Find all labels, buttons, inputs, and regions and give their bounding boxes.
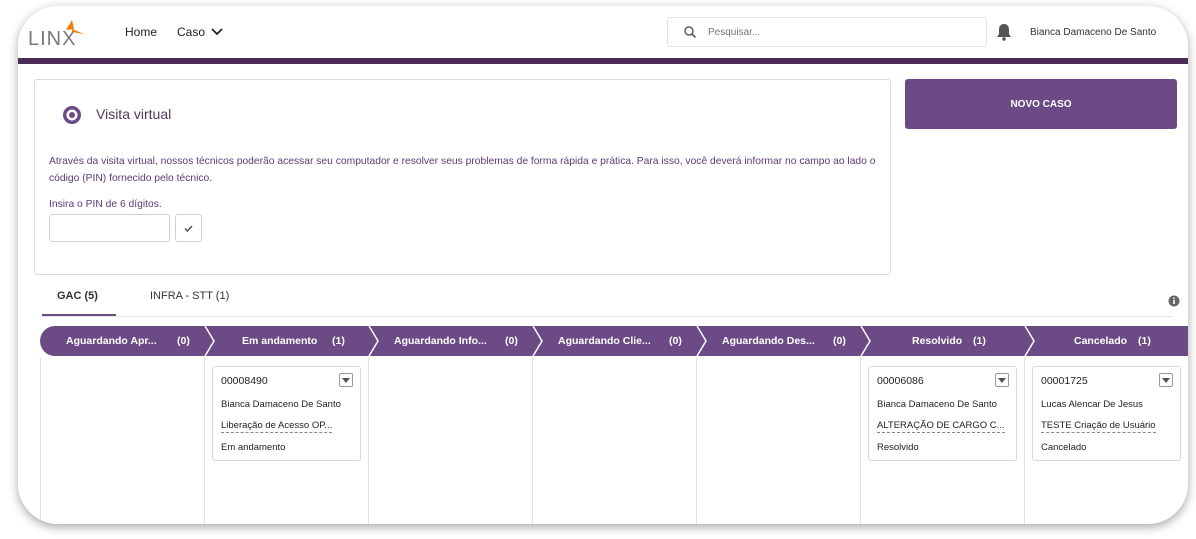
column-divider <box>368 358 369 524</box>
stage-cancelado[interactable]: Cancelado <box>1074 335 1127 347</box>
column-divider <box>696 358 697 524</box>
pin-submit-button[interactable] <box>175 214 202 242</box>
caret-down-icon <box>342 377 350 383</box>
info-icon[interactable] <box>1168 295 1180 307</box>
case-status: Cancelado <box>1041 442 1087 453</box>
logo-mark-icon <box>66 20 84 34</box>
search-icon <box>684 26 696 38</box>
stage-resolvido[interactable]: Resolvido <box>912 335 962 347</box>
virtual-visit-description: Através da visita virtual, nossos técnic… <box>49 156 876 184</box>
stage-em-andamento[interactable]: Em andamento <box>242 335 317 347</box>
pin-input[interactable] <box>49 214 170 242</box>
stage-count: (1) <box>332 335 345 347</box>
case-subject[interactable]: ALTERAÇÃO DE CARGO C... <box>877 420 1005 433</box>
case-owner: Bianca Damaceno De Santo <box>221 399 341 410</box>
stage-count: (1) <box>973 335 986 347</box>
logo[interactable]: LINX <box>28 20 88 50</box>
stage-path: Aguardando Apr... (0) Em andamento (1) A… <box>40 326 1188 356</box>
nav-caso-label: Caso <box>177 25 206 39</box>
stage-count: (0) <box>833 335 846 347</box>
stage-count: (0) <box>669 335 682 347</box>
case-owner: Bianca Damaceno De Santo <box>877 399 997 410</box>
stage-count: (0) <box>505 335 518 347</box>
pin-label: Insira o PIN de 6 dígitos. <box>49 199 162 210</box>
case-menu-button[interactable] <box>1159 373 1173 387</box>
caret-down-icon <box>998 377 1006 383</box>
case-owner: Lucas Alencar De Jesus <box>1041 399 1143 410</box>
case-menu-button[interactable] <box>339 373 353 387</box>
case-subject[interactable]: Liberação de Acesso OP... <box>221 420 333 433</box>
column-divider <box>532 358 533 524</box>
column-divider <box>40 358 41 524</box>
case-number[interactable]: 00008490 <box>221 375 268 387</box>
nav-home[interactable]: Home <box>125 25 157 39</box>
stage-count: (1) <box>1138 335 1151 347</box>
nav-caso[interactable]: Caso <box>177 25 223 39</box>
user-name[interactable]: Bianca Damaceno De Santo <box>1030 27 1156 38</box>
stage-count: (0) <box>177 335 190 347</box>
tab-gac[interactable]: GAC (5) <box>57 290 98 302</box>
case-card[interactable]: 00006086 Bianca Damaceno De Santo ALTERA… <box>868 366 1017 461</box>
app-window: LINX Home Caso Bianca Damaceno De Santo … <box>18 6 1188 524</box>
case-number[interactable]: 00006086 <box>877 375 924 387</box>
stage-aguardando-cliente[interactable]: Aguardando Clie... <box>558 335 651 347</box>
chevron-down-icon <box>211 28 223 36</box>
case-card[interactable]: 00008490 Bianca Damaceno De Santo Libera… <box>212 366 361 461</box>
support-agent-icon <box>63 106 81 124</box>
novo-caso-button[interactable]: NOVO CASO <box>905 79 1177 129</box>
check-icon <box>184 224 193 232</box>
tabs-divider <box>42 316 1172 317</box>
column-divider <box>860 358 861 524</box>
virtual-visit-card: Visita virtual Através da visita virtual… <box>34 79 891 275</box>
virtual-visit-title: Visita virtual <box>96 106 172 122</box>
caret-down-icon <box>1162 377 1170 383</box>
search-box[interactable] <box>667 17 987 47</box>
column-divider <box>204 358 205 524</box>
header-divider <box>18 58 1188 64</box>
case-status: Em andamento <box>221 442 286 453</box>
case-subject[interactable]: TESTE Criação de Usuário <box>1041 420 1156 433</box>
tab-infra-stt[interactable]: INFRA - STT (1) <box>150 290 229 302</box>
stage-aguardando-des[interactable]: Aguardando Des... <box>722 335 815 347</box>
search-input[interactable] <box>708 26 958 38</box>
bell-icon[interactable] <box>996 23 1012 46</box>
top-bar: LINX Home Caso Bianca Damaceno De Santo <box>18 6 1188 58</box>
column-divider <box>1024 358 1025 524</box>
stage-aguardando-info[interactable]: Aguardando Info... <box>394 335 487 347</box>
case-card[interactable]: 00001725 Lucas Alencar De Jesus TESTE Cr… <box>1032 366 1181 461</box>
case-status: Resolvido <box>877 442 919 453</box>
case-number[interactable]: 00001725 <box>1041 375 1088 387</box>
case-menu-button[interactable] <box>995 373 1009 387</box>
stage-aguardando-aprovacao[interactable]: Aguardando Apr... <box>66 335 157 347</box>
